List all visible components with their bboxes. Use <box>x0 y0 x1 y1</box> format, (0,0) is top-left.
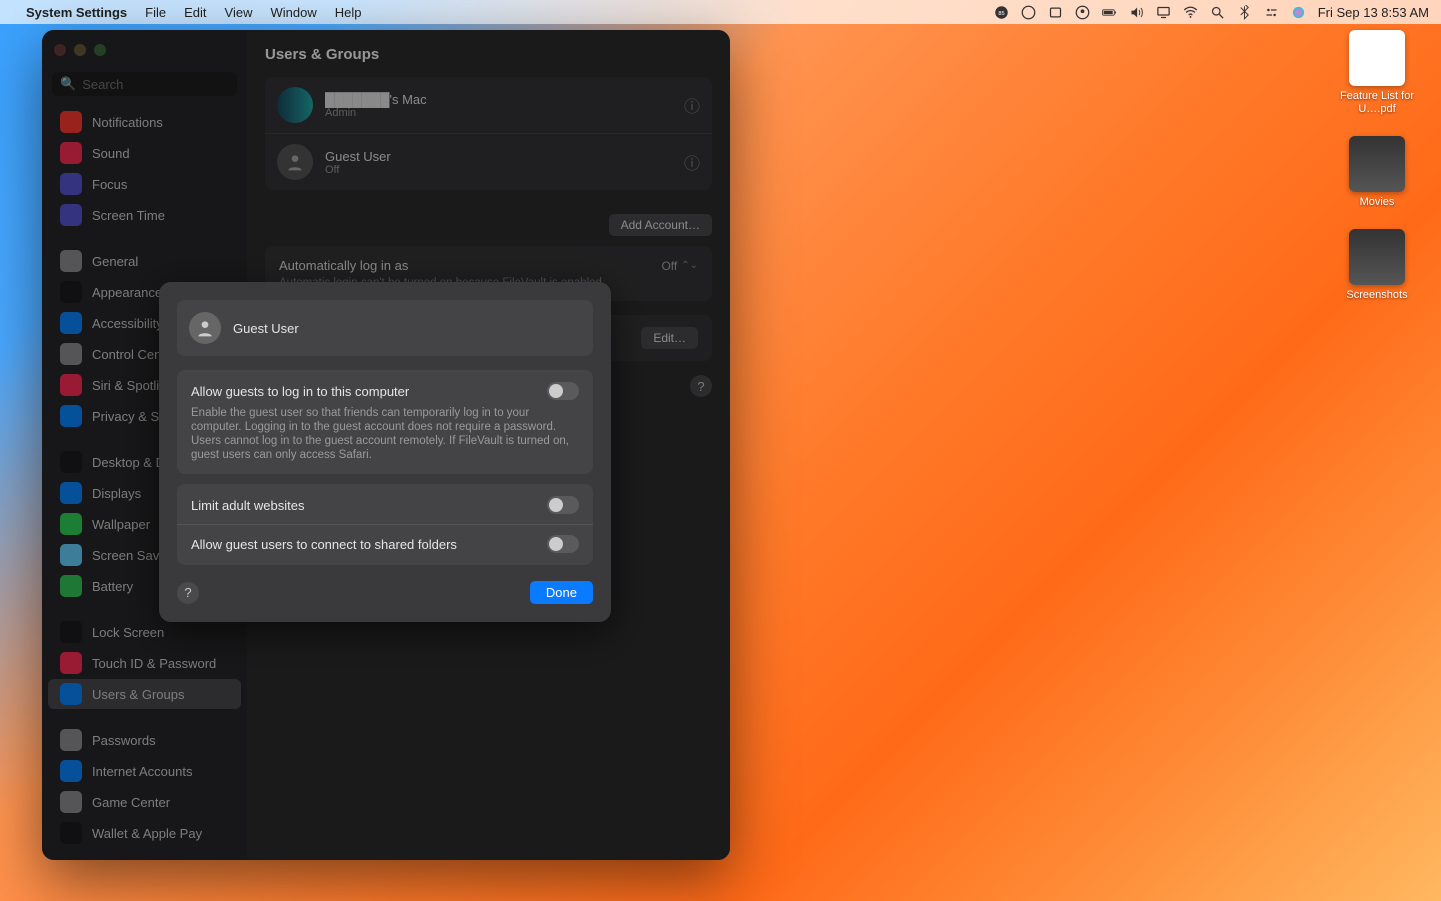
menubar-clock[interactable]: Fri Sep 13 8:53 AM <box>1318 5 1429 20</box>
desktop-icon[interactable]: Screenshots <box>1333 229 1421 302</box>
limit-adult-toggle[interactable] <box>547 496 579 514</box>
siri-icon[interactable] <box>1291 5 1306 20</box>
sheet-header: Guest User <box>177 300 593 356</box>
desktop-icon-label: Feature List for U….pdf <box>1333 90 1421 116</box>
desktop-icon[interactable]: Feature List for U….pdf <box>1333 30 1421 116</box>
menubar: System Settings File Edit View Window Help 8… <box>0 0 1441 24</box>
spotlight-icon[interactable] <box>1210 5 1225 20</box>
wifi-icon[interactable] <box>1183 5 1198 20</box>
menubar-app-name[interactable]: System Settings <box>26 5 127 20</box>
allow-guests-login-toggle[interactable] <box>547 382 579 400</box>
user-icon[interactable] <box>1075 5 1090 20</box>
menubar-item-edit[interactable]: Edit <box>184 5 206 20</box>
bluetooth-icon[interactable] <box>1237 5 1252 20</box>
battery-percent-icon[interactable]: 85 <box>994 5 1009 20</box>
guest-options-card: Limit adult websites Allow guest users t… <box>177 484 593 565</box>
desktop-icon-label: Screenshots <box>1346 289 1407 302</box>
control-center-icon[interactable] <box>1264 5 1279 20</box>
folder-icon <box>1349 229 1405 285</box>
menubar-item-file[interactable]: File <box>145 5 166 20</box>
menubar-item-view[interactable]: View <box>225 5 253 20</box>
menubar-status: 85 Fri Sep 13 8:53 AM <box>994 5 1429 20</box>
stage-manager-icon[interactable] <box>1048 5 1063 20</box>
sheet-title: Guest User <box>233 321 299 336</box>
guest-user-sheet: Guest User Allow guests to log in to thi… <box>159 282 611 622</box>
menubar-item-help[interactable]: Help <box>335 5 362 20</box>
svg-text:85: 85 <box>998 11 1004 17</box>
creative-cloud-icon[interactable] <box>1021 5 1036 20</box>
sheet-help-button[interactable]: ? <box>177 582 199 604</box>
allow-guests-login-card: Allow guests to log in to this computer … <box>177 370 593 474</box>
desktop-icon[interactable]: Movies <box>1333 136 1421 209</box>
limit-adult-label: Limit adult websites <box>191 498 547 513</box>
pdf-icon <box>1349 30 1405 86</box>
desktop-icons: Feature List for U….pdf Movies Screenshots <box>1333 30 1421 302</box>
allow-shared-toggle[interactable] <box>547 535 579 553</box>
battery-icon[interactable] <box>1102 5 1117 20</box>
folder-icon <box>1349 136 1405 192</box>
volume-icon[interactable] <box>1129 5 1144 20</box>
allow-guests-login-label: Allow guests to log in to this computer <box>191 384 547 399</box>
done-button[interactable]: Done <box>530 581 593 604</box>
desktop-icon-label: Movies <box>1360 196 1395 209</box>
avatar <box>189 312 221 344</box>
menubar-item-window[interactable]: Window <box>270 5 316 20</box>
allow-guests-login-desc: Enable the guest user so that friends ca… <box>191 406 579 462</box>
allow-shared-label: Allow guest users to connect to shared f… <box>191 537 547 552</box>
display-icon[interactable] <box>1156 5 1171 20</box>
